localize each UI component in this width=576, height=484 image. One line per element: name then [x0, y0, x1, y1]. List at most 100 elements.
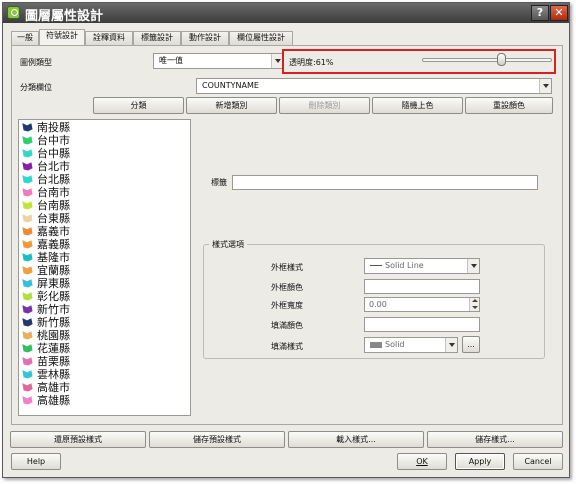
- polygon-symbol-icon: [22, 188, 33, 197]
- spinner-arrows-icon[interactable]: [469, 298, 479, 311]
- polygon-symbol-icon: [22, 344, 33, 353]
- outline-color-label: 外框顏色: [271, 283, 303, 292]
- legend-type-label: 圖例類型: [20, 58, 52, 67]
- polygon-symbol-icon: [22, 149, 33, 158]
- class-label: 桃園縣: [37, 329, 70, 342]
- polygon-symbol-icon: [22, 162, 33, 171]
- cancel-button[interactable]: Cancel: [513, 453, 563, 470]
- tab-symbology[interactable]: 符號設計: [39, 29, 85, 45]
- solid-fill-icon: [370, 341, 382, 348]
- list-item[interactable]: 台北縣: [22, 173, 187, 186]
- list-item[interactable]: 嘉義縣: [22, 238, 187, 251]
- chevron-down-icon: [467, 259, 479, 273]
- list-item[interactable]: 屏東縣: [22, 277, 187, 290]
- classify-button[interactable]: 分類: [93, 97, 184, 114]
- polygon-symbol-icon: [22, 331, 33, 340]
- fill-style-select[interactable]: Solid: [364, 337, 458, 353]
- tab-general[interactable]: 一般: [11, 31, 39, 45]
- list-item[interactable]: 花蓮縣: [22, 342, 187, 355]
- tab-labels[interactable]: 標籤設計: [133, 31, 181, 45]
- class-label: 台北縣: [37, 173, 70, 186]
- tab-actions[interactable]: 動作設計: [181, 31, 229, 45]
- list-item[interactable]: 嘉義市: [22, 225, 187, 238]
- close-title-button[interactable]: ✕: [550, 5, 568, 21]
- legend-type-select[interactable]: 唯一值: [153, 53, 284, 69]
- list-item[interactable]: 高雄縣: [22, 394, 187, 407]
- class-label: 雲林縣: [37, 368, 70, 381]
- class-label: 苗栗縣: [37, 355, 70, 368]
- outline-style-select[interactable]: Solid Line: [364, 258, 480, 274]
- outline-color-button[interactable]: [364, 279, 480, 294]
- list-item[interactable]: 苗栗縣: [22, 355, 187, 368]
- class-label: 彰化縣: [37, 290, 70, 303]
- add-class-button[interactable]: 新增類別: [186, 97, 277, 114]
- solid-line-icon: [370, 265, 382, 266]
- list-item[interactable]: 宜蘭縣: [22, 264, 187, 277]
- style-options-title: 樣式選項: [209, 239, 247, 250]
- fill-color-button[interactable]: [364, 317, 480, 332]
- class-label: 嘉義縣: [37, 238, 70, 251]
- outline-width-spinbox[interactable]: 0.00: [364, 297, 480, 312]
- class-label: 花蓮縣: [37, 342, 70, 355]
- ok-button[interactable]: OK: [397, 453, 447, 470]
- classify-field-select[interactable]: COUNTYNAME: [196, 78, 552, 94]
- list-item[interactable]: 台南縣: [22, 199, 187, 212]
- fill-style-more-button[interactable]: ...: [462, 336, 480, 353]
- class-label: 新竹市: [37, 303, 70, 316]
- list-item[interactable]: 桃園縣: [22, 329, 187, 342]
- outline-width-value: 0.00: [369, 300, 387, 309]
- random-colors-button[interactable]: 隨機上色: [372, 97, 463, 114]
- help-title-button[interactable]: ?: [531, 5, 549, 21]
- fill-style-value: Solid: [385, 340, 405, 349]
- list-item[interactable]: 台北市: [22, 160, 187, 173]
- transparency-slider[interactable]: [422, 58, 552, 62]
- class-label: 台北市: [37, 160, 70, 173]
- tag-field[interactable]: [232, 175, 538, 190]
- polygon-symbol-icon: [22, 175, 33, 184]
- delete-class-button[interactable]: 刪除類別: [279, 97, 370, 114]
- class-label: 台南縣: [37, 199, 70, 212]
- save-style-button[interactable]: 儲存樣式...: [427, 431, 563, 448]
- outline-style-label: 外框樣式: [271, 263, 303, 272]
- polygon-symbol-icon: [22, 279, 33, 288]
- class-label: 宜蘭縣: [37, 264, 70, 277]
- save-default-style-button[interactable]: 儲存預設樣式: [149, 431, 285, 448]
- list-item[interactable]: 彰化縣: [22, 290, 187, 303]
- list-item[interactable]: 台南市: [22, 186, 187, 199]
- fill-style-label: 填滿樣式: [271, 342, 303, 351]
- load-style-button[interactable]: 載入樣式...: [288, 431, 424, 448]
- list-item[interactable]: 新竹縣: [22, 316, 187, 329]
- list-item[interactable]: 台中市: [22, 134, 187, 147]
- list-item[interactable]: 南投縣: [22, 121, 187, 134]
- polygon-symbol-icon: [22, 227, 33, 236]
- polygon-symbol-icon: [22, 383, 33, 392]
- class-label: 台南市: [37, 186, 70, 199]
- legend-type-value: 唯一值: [159, 56, 183, 65]
- polygon-symbol-icon: [22, 305, 33, 314]
- list-item[interactable]: 基隆市: [22, 251, 187, 264]
- polygon-symbol-icon: [22, 240, 33, 249]
- restore-default-style-button[interactable]: 還原預設樣式: [10, 431, 146, 448]
- apply-button[interactable]: Apply: [455, 453, 505, 470]
- class-list[interactable]: 南投縣 台中市 台中縣 台北市 台北縣 台南市 台南縣 台東縣 嘉義市 嘉義縣 基隆市 宜蘭縣 屏東縣彰…: [18, 119, 191, 416]
- tab-metadata[interactable]: 詮釋資料: [85, 31, 133, 45]
- tab-fields[interactable]: 欄位屬性設計: [229, 31, 293, 45]
- polygon-symbol-icon: [22, 253, 33, 262]
- list-item[interactable]: 新竹市: [22, 303, 187, 316]
- polygon-symbol-icon: [22, 266, 33, 275]
- list-item[interactable]: 台中縣: [22, 147, 187, 160]
- list-item[interactable]: 台東縣: [22, 212, 187, 225]
- list-item[interactable]: 雲林縣: [22, 368, 187, 381]
- reset-colors-button[interactable]: 重設顏色: [465, 97, 553, 114]
- window-title: 圖層屬性設計: [25, 9, 104, 24]
- class-label: 台中縣: [37, 147, 70, 160]
- transparency-slider-handle[interactable]: [497, 53, 506, 66]
- polygon-symbol-icon: [22, 396, 33, 405]
- class-label: 南投縣: [37, 121, 70, 134]
- polygon-symbol-icon: [22, 123, 33, 132]
- help-button[interactable]: Help: [11, 453, 61, 470]
- polygon-symbol-icon: [22, 318, 33, 327]
- list-item[interactable]: 高雄市: [22, 381, 187, 394]
- classify-field-value: COUNTYNAME: [202, 81, 259, 90]
- title-bar[interactable]: 圖層屬性設計 ? ✕: [3, 3, 569, 24]
